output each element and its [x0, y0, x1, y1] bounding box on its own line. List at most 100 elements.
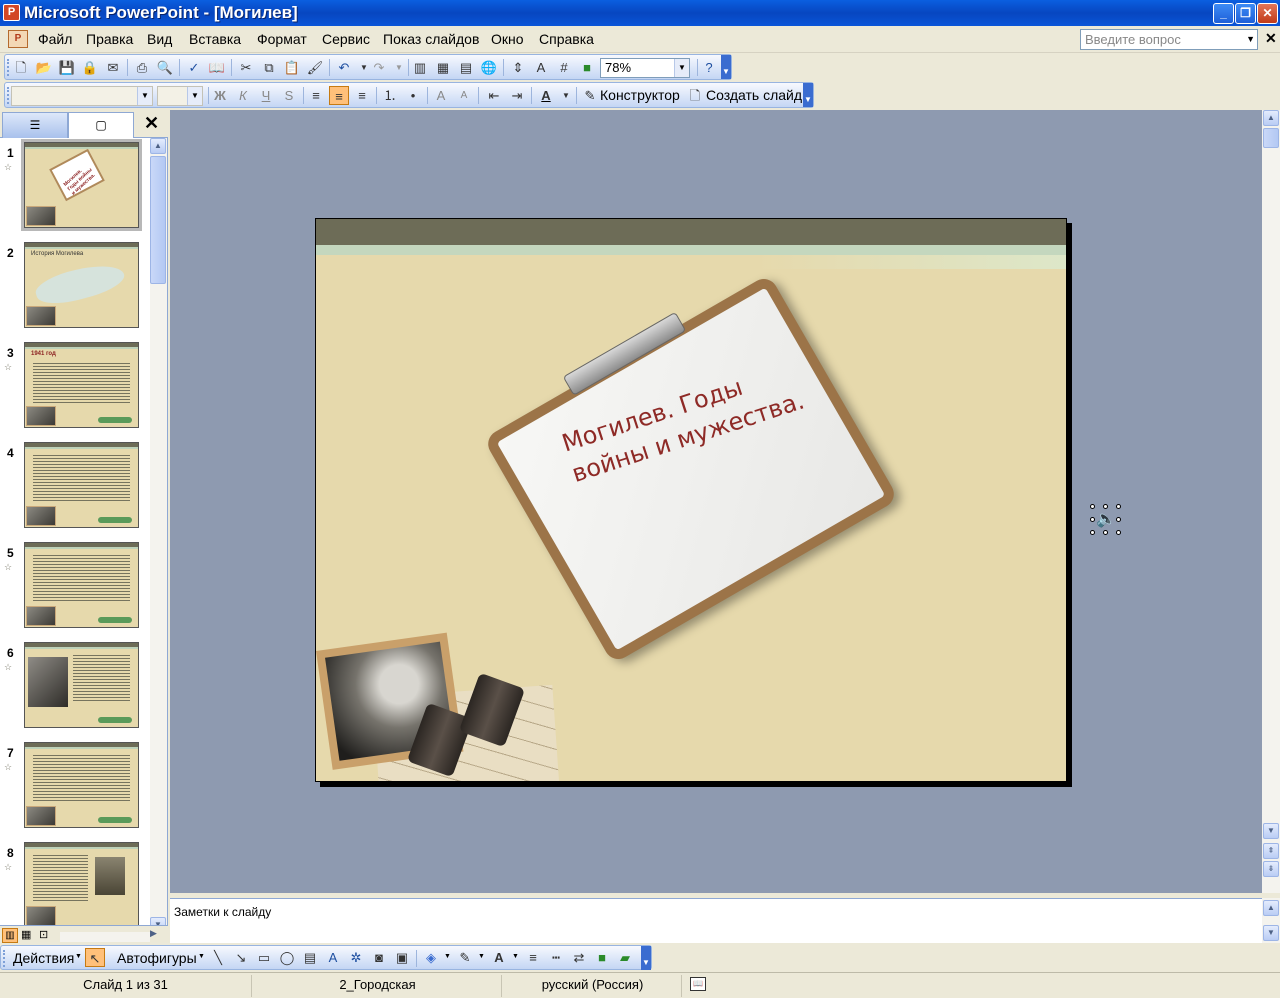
diagram-icon[interactable]: ✲	[346, 948, 366, 967]
scroll-up-icon[interactable]: ▲	[1263, 900, 1279, 916]
chevron-down-icon[interactable]: ▼	[75, 953, 82, 960]
toolbar-options-icon[interactable]: ▼	[721, 55, 731, 79]
tab-outline[interactable]: ☰	[2, 112, 68, 138]
toolbar-grip[interactable]	[7, 59, 10, 76]
arrow-style-icon[interactable]: ⇄	[569, 948, 589, 967]
normal-view-icon[interactable]: ▥	[2, 928, 18, 943]
photo-binoculars-image[interactable]	[316, 632, 560, 781]
workspace-scrollbar[interactable]: ▲ ▼ ⇞ ⇟	[1262, 110, 1280, 893]
chevron-down-icon[interactable]: ▼	[389, 58, 409, 77]
chevron-down-icon[interactable]: ▼	[512, 953, 519, 960]
align-left-icon[interactable]: ≡	[306, 86, 326, 105]
bold-button[interactable]: Ж	[210, 86, 230, 105]
bullets-icon[interactable]: •	[403, 86, 423, 105]
thumbnail-row[interactable]: 1 ☆ Могилев. Годы войны и мужества.	[0, 138, 150, 238]
email-icon[interactable]: ✉	[103, 58, 123, 77]
chevron-down-icon[interactable]: ▼	[556, 86, 576, 105]
menu-slideshow[interactable]: Показ слайдов	[383, 31, 479, 47]
speaker-icon[interactable]: 🔈	[1096, 510, 1116, 530]
close-button[interactable]: ✕	[1257, 3, 1278, 24]
open-folder-icon[interactable]: 📂	[34, 58, 54, 77]
permission-icon[interactable]: 🔒	[80, 58, 100, 77]
3d-style-icon[interactable]: ▰	[615, 948, 635, 967]
arrow-icon[interactable]: ↘	[231, 948, 251, 967]
slideshow-icon[interactable]: ⊡	[39, 928, 48, 941]
horizontal-scrollbar[interactable]	[60, 932, 150, 942]
rectangle-icon[interactable]: ▭	[254, 948, 274, 967]
resize-handle[interactable]	[1116, 517, 1121, 522]
print-icon[interactable]: ⎙	[132, 58, 152, 77]
chevron-down-icon[interactable]: ▼	[1246, 34, 1255, 44]
show-grid-icon[interactable]: #	[554, 58, 574, 77]
help-icon[interactable]: ?	[699, 58, 719, 77]
resize-handle[interactable]	[1103, 530, 1108, 535]
menu-tools[interactable]: Сервис	[322, 31, 370, 47]
menu-insert[interactable]: Вставка	[189, 31, 241, 47]
menu-help[interactable]: Справка	[539, 31, 594, 47]
fill-color-icon[interactable]: ◈	[421, 948, 441, 967]
previous-slide-icon[interactable]: ⇞	[1263, 843, 1279, 859]
decrease-font-icon[interactable]: A	[454, 86, 474, 105]
resize-handle[interactable]	[1090, 530, 1095, 535]
align-right-icon[interactable]: ≡	[352, 86, 372, 105]
sound-object[interactable]: 🔈	[1090, 504, 1122, 536]
line-style-icon[interactable]: ≡	[523, 948, 543, 967]
scroll-right-icon[interactable]: ▶	[150, 928, 157, 939]
chevron-down-icon[interactable]: ▼	[198, 953, 205, 960]
notes-scrollbar[interactable]: ▲ ▼	[1262, 898, 1280, 943]
insert-table-icon[interactable]: ▦	[433, 58, 453, 77]
menu-file[interactable]: Файл	[38, 31, 72, 47]
redo-icon[interactable]: ↷	[369, 58, 389, 77]
document-menu-icon[interactable]: P	[8, 30, 28, 48]
increase-font-icon[interactable]: A	[431, 86, 451, 105]
insert-hyperlink-icon[interactable]: 🌐	[479, 58, 499, 77]
slide-thumbnail[interactable]: История Могилева	[24, 242, 139, 328]
paste-icon[interactable]: 📋	[282, 58, 302, 77]
shadow-style-icon[interactable]: ■	[592, 948, 612, 967]
save-icon[interactable]: 💾	[57, 58, 77, 77]
designer-icon[interactable]: ✎	[580, 86, 600, 105]
menu-window[interactable]: Окно	[491, 31, 524, 47]
thumbnail-row[interactable]: 8 ☆	[0, 838, 150, 935]
slide-thumbnail[interactable]	[24, 742, 139, 828]
scroll-up-icon[interactable]: ▲	[1263, 110, 1279, 126]
font-name-select[interactable]: ▼	[11, 86, 153, 106]
notes-placeholder[interactable]: Заметки к слайду	[174, 905, 271, 919]
scroll-thumb[interactable]	[150, 156, 166, 284]
expand-all-icon[interactable]: ⇕	[508, 58, 528, 77]
notes-pane[interactable]: Заметки к слайду	[170, 898, 1262, 943]
close-document-button[interactable]: ✕	[1265, 30, 1277, 47]
italic-button[interactable]: К	[233, 86, 253, 105]
scroll-down-icon[interactable]: ▼	[1263, 925, 1279, 941]
scroll-up-icon[interactable]: ▲	[150, 138, 166, 154]
slide-thumbnail[interactable]	[24, 442, 139, 528]
minimize-button[interactable]: _	[1213, 3, 1234, 24]
designer-button[interactable]: Конструктор	[600, 87, 680, 103]
dash-style-icon[interactable]: ┅	[546, 948, 566, 967]
toolbar-options-icon[interactable]: ▼	[641, 946, 651, 970]
resize-handle[interactable]	[1090, 517, 1095, 522]
oval-icon[interactable]: ◯	[277, 948, 297, 967]
align-center-icon[interactable]: ≡	[329, 86, 349, 105]
slide-thumbnail[interactable]	[24, 542, 139, 628]
line-icon[interactable]: ╲	[208, 948, 228, 967]
thumbnail-row[interactable]: 2 История Могилева	[0, 238, 150, 338]
resize-handle[interactable]	[1103, 504, 1108, 509]
resize-handle[interactable]	[1116, 530, 1121, 535]
font-color-icon[interactable]: A	[489, 948, 509, 967]
spelling-status-icon[interactable]: 📖	[690, 977, 706, 991]
textbox-icon[interactable]: ▤	[300, 948, 320, 967]
resize-handle[interactable]	[1090, 504, 1095, 509]
autoshapes-menu[interactable]: Автофигуры	[117, 950, 197, 966]
toolbar-grip[interactable]	[7, 87, 10, 104]
slide-thumbnail[interactable]: 1941 год	[24, 342, 139, 428]
scroll-thumb[interactable]	[1263, 128, 1279, 148]
new-slide-icon[interactable]: 🗋	[685, 86, 705, 105]
chevron-down-icon[interactable]: ▼	[444, 953, 451, 960]
tab-slides[interactable]: ▢	[68, 112, 134, 138]
show-formatting-icon[interactable]: A	[531, 58, 551, 77]
spelling-icon[interactable]: ✓	[184, 58, 204, 77]
slide-sorter-icon[interactable]: ▦	[21, 928, 31, 941]
clipboard-image[interactable]	[483, 273, 899, 665]
toolbar-grip[interactable]	[3, 950, 6, 967]
